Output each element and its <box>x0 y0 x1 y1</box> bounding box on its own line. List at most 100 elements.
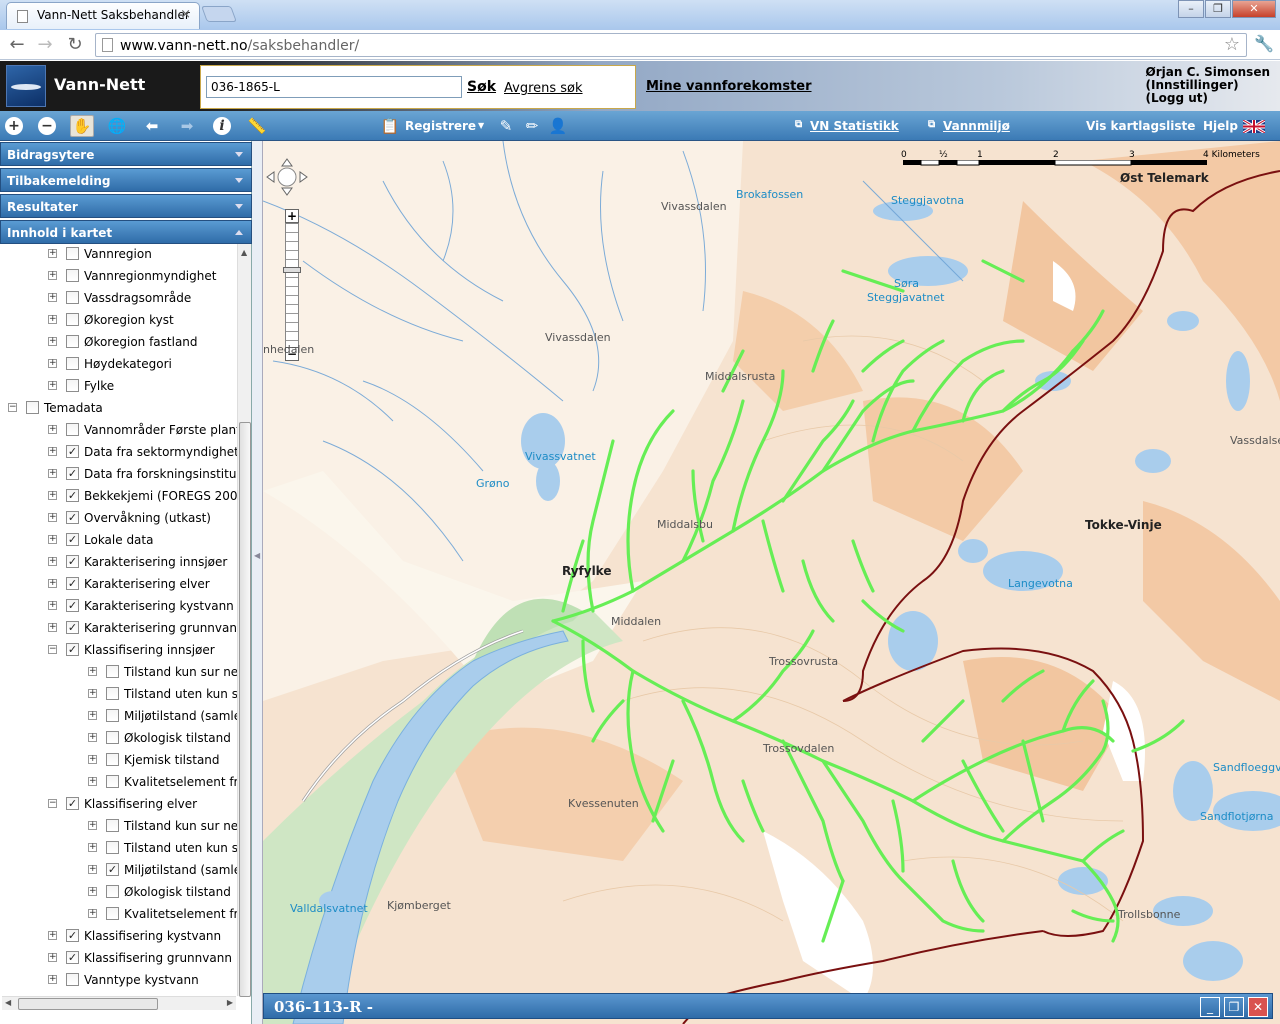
expand-icon[interactable]: + <box>48 359 57 368</box>
expand-icon[interactable]: + <box>48 293 57 302</box>
layer-checkbox[interactable]: ✓ <box>66 929 79 942</box>
expand-icon[interactable]: + <box>48 535 57 544</box>
zoom-out-icon[interactable]: − <box>38 117 56 135</box>
layer-checkbox[interactable]: ✓ <box>66 621 79 634</box>
tab-close-button[interactable]: × <box>180 7 191 22</box>
layer-checkbox[interactable] <box>106 665 119 678</box>
expand-icon[interactable]: + <box>48 249 57 258</box>
layer-checkbox[interactable]: ✓ <box>66 555 79 568</box>
layer-checkbox[interactable] <box>106 819 119 832</box>
panel-splitter[interactable]: ◀ <box>252 141 263 1024</box>
collapse-icon[interactable]: − <box>8 403 17 412</box>
expand-icon[interactable]: + <box>88 733 97 742</box>
add-user-icon[interactable]: 👤 <box>548 116 568 136</box>
layer-checkbox[interactable] <box>66 423 79 436</box>
layer-checkbox[interactable]: ✓ <box>66 599 79 612</box>
expand-icon[interactable]: + <box>48 491 57 500</box>
layer-checkbox[interactable] <box>66 357 79 370</box>
layer-checkbox[interactable]: ✓ <box>66 511 79 524</box>
expand-icon[interactable]: + <box>48 469 57 478</box>
layer-checkbox[interactable]: ✓ <box>66 643 79 656</box>
expand-icon[interactable]: + <box>88 865 97 874</box>
expand-icon[interactable]: + <box>88 711 97 720</box>
expand-icon[interactable]: + <box>48 337 57 346</box>
layer-checkbox[interactable]: ✓ <box>66 951 79 964</box>
previous-extent-icon[interactable]: ⬅ <box>142 116 162 136</box>
logout-link[interactable]: (Logg ut) <box>1146 92 1270 105</box>
layer-list-link[interactable]: Vis kartlagsliste <box>1086 119 1195 133</box>
collapse-icon[interactable]: − <box>48 645 57 654</box>
layer-checkbox[interactable] <box>106 841 119 854</box>
layer-checkbox[interactable]: ✓ <box>66 577 79 590</box>
map-view[interactable]: 0 ½ 1 2 3 4 Kilometers + − Øst Telemark … <box>263 141 1280 1024</box>
expand-icon[interactable]: + <box>88 667 97 676</box>
wrench-icon[interactable]: 🔧 <box>1254 34 1274 53</box>
layer-checkbox[interactable]: ✓ <box>66 467 79 480</box>
expand-icon[interactable]: + <box>48 931 57 940</box>
expand-icon[interactable]: + <box>48 315 57 324</box>
scroll-thumb[interactable] <box>239 422 251 997</box>
expand-icon[interactable]: + <box>48 601 57 610</box>
expand-icon[interactable]: + <box>88 843 97 852</box>
pan-arrows-icon[interactable] <box>265 157 311 197</box>
info-icon[interactable]: i <box>213 117 231 135</box>
layer-checkbox[interactable] <box>106 753 119 766</box>
layer-checkbox[interactable]: ✓ <box>66 489 79 502</box>
collapse-icon[interactable]: − <box>48 799 57 808</box>
bookmark-star-icon[interactable]: ☆ <box>1224 34 1240 55</box>
section-resultater[interactable]: Resultater <box>0 194 252 218</box>
reload-icon[interactable]: ↻ <box>64 34 86 55</box>
expand-icon[interactable]: + <box>88 689 97 698</box>
layer-checkbox[interactable] <box>106 709 119 722</box>
layer-checkbox[interactable] <box>106 731 119 744</box>
browser-tab[interactable]: Vann-Nett Saksbehandler × <box>6 2 200 29</box>
minimize-button[interactable]: – <box>1178 0 1204 18</box>
expand-icon[interactable]: + <box>48 425 57 434</box>
new-tab-button[interactable] <box>201 6 237 22</box>
expand-icon[interactable]: + <box>48 513 57 522</box>
restore-panel-button[interactable]: ❐ <box>1224 997 1244 1017</box>
back-icon[interactable]: ← <box>6 34 28 55</box>
layer-checkbox[interactable] <box>106 907 119 920</box>
register-menu[interactable]: Registrere <box>405 119 476 133</box>
expand-icon[interactable]: + <box>48 975 57 984</box>
expand-icon[interactable]: + <box>88 887 97 896</box>
register-icon[interactable]: 📋 <box>380 116 400 136</box>
expand-icon[interactable]: + <box>88 777 97 786</box>
layer-checkbox[interactable] <box>106 885 119 898</box>
select-tool-icon[interactable]: ✎ <box>496 116 516 136</box>
expand-icon[interactable]: + <box>48 953 57 962</box>
expand-icon[interactable]: + <box>48 557 57 566</box>
layer-checkbox[interactable] <box>66 335 79 348</box>
expand-icon[interactable]: + <box>88 909 97 918</box>
zoom-in-icon[interactable]: + <box>5 117 23 135</box>
section-tilbakemelding[interactable]: Tilbakemelding <box>0 168 252 192</box>
layer-checkbox[interactable] <box>66 379 79 392</box>
layer-checkbox[interactable]: ✓ <box>66 445 79 458</box>
close-panel-button[interactable]: ✕ <box>1248 997 1268 1017</box>
layer-checkbox[interactable]: ✓ <box>106 863 119 876</box>
edit-pencil-icon[interactable]: ✏ <box>522 116 542 136</box>
full-extent-icon[interactable]: 🌐 <box>107 116 127 136</box>
refine-search-link[interactable]: Avgrens søk <box>504 81 583 96</box>
expand-icon[interactable]: + <box>48 271 57 280</box>
zoom-slider-handle[interactable] <box>283 267 301 273</box>
maximize-button[interactable]: ❐ <box>1205 0 1231 18</box>
layer-checkbox[interactable] <box>66 973 79 986</box>
uk-flag-icon[interactable] <box>1243 120 1265 133</box>
expand-icon[interactable]: + <box>88 821 97 830</box>
layer-checkbox[interactable] <box>106 775 119 788</box>
section-bidragsytere[interactable]: Bidragsytere <box>0 142 252 166</box>
my-waterbodies-link[interactable]: Mine vannforekomster <box>646 79 812 94</box>
forward-icon[interactable]: → <box>34 34 56 55</box>
help-link[interactable]: Hjelp <box>1203 119 1238 133</box>
layer-checkbox[interactable] <box>66 269 79 282</box>
layer-checkbox[interactable] <box>66 313 79 326</box>
search-input[interactable] <box>206 76 462 98</box>
layer-checkbox[interactable] <box>66 291 79 304</box>
expand-icon[interactable]: + <box>48 623 57 632</box>
search-button[interactable]: Søk <box>467 79 496 95</box>
next-extent-icon[interactable]: ➡ <box>177 116 197 136</box>
layer-checkbox[interactable] <box>26 401 39 414</box>
expand-icon[interactable]: + <box>48 447 57 456</box>
